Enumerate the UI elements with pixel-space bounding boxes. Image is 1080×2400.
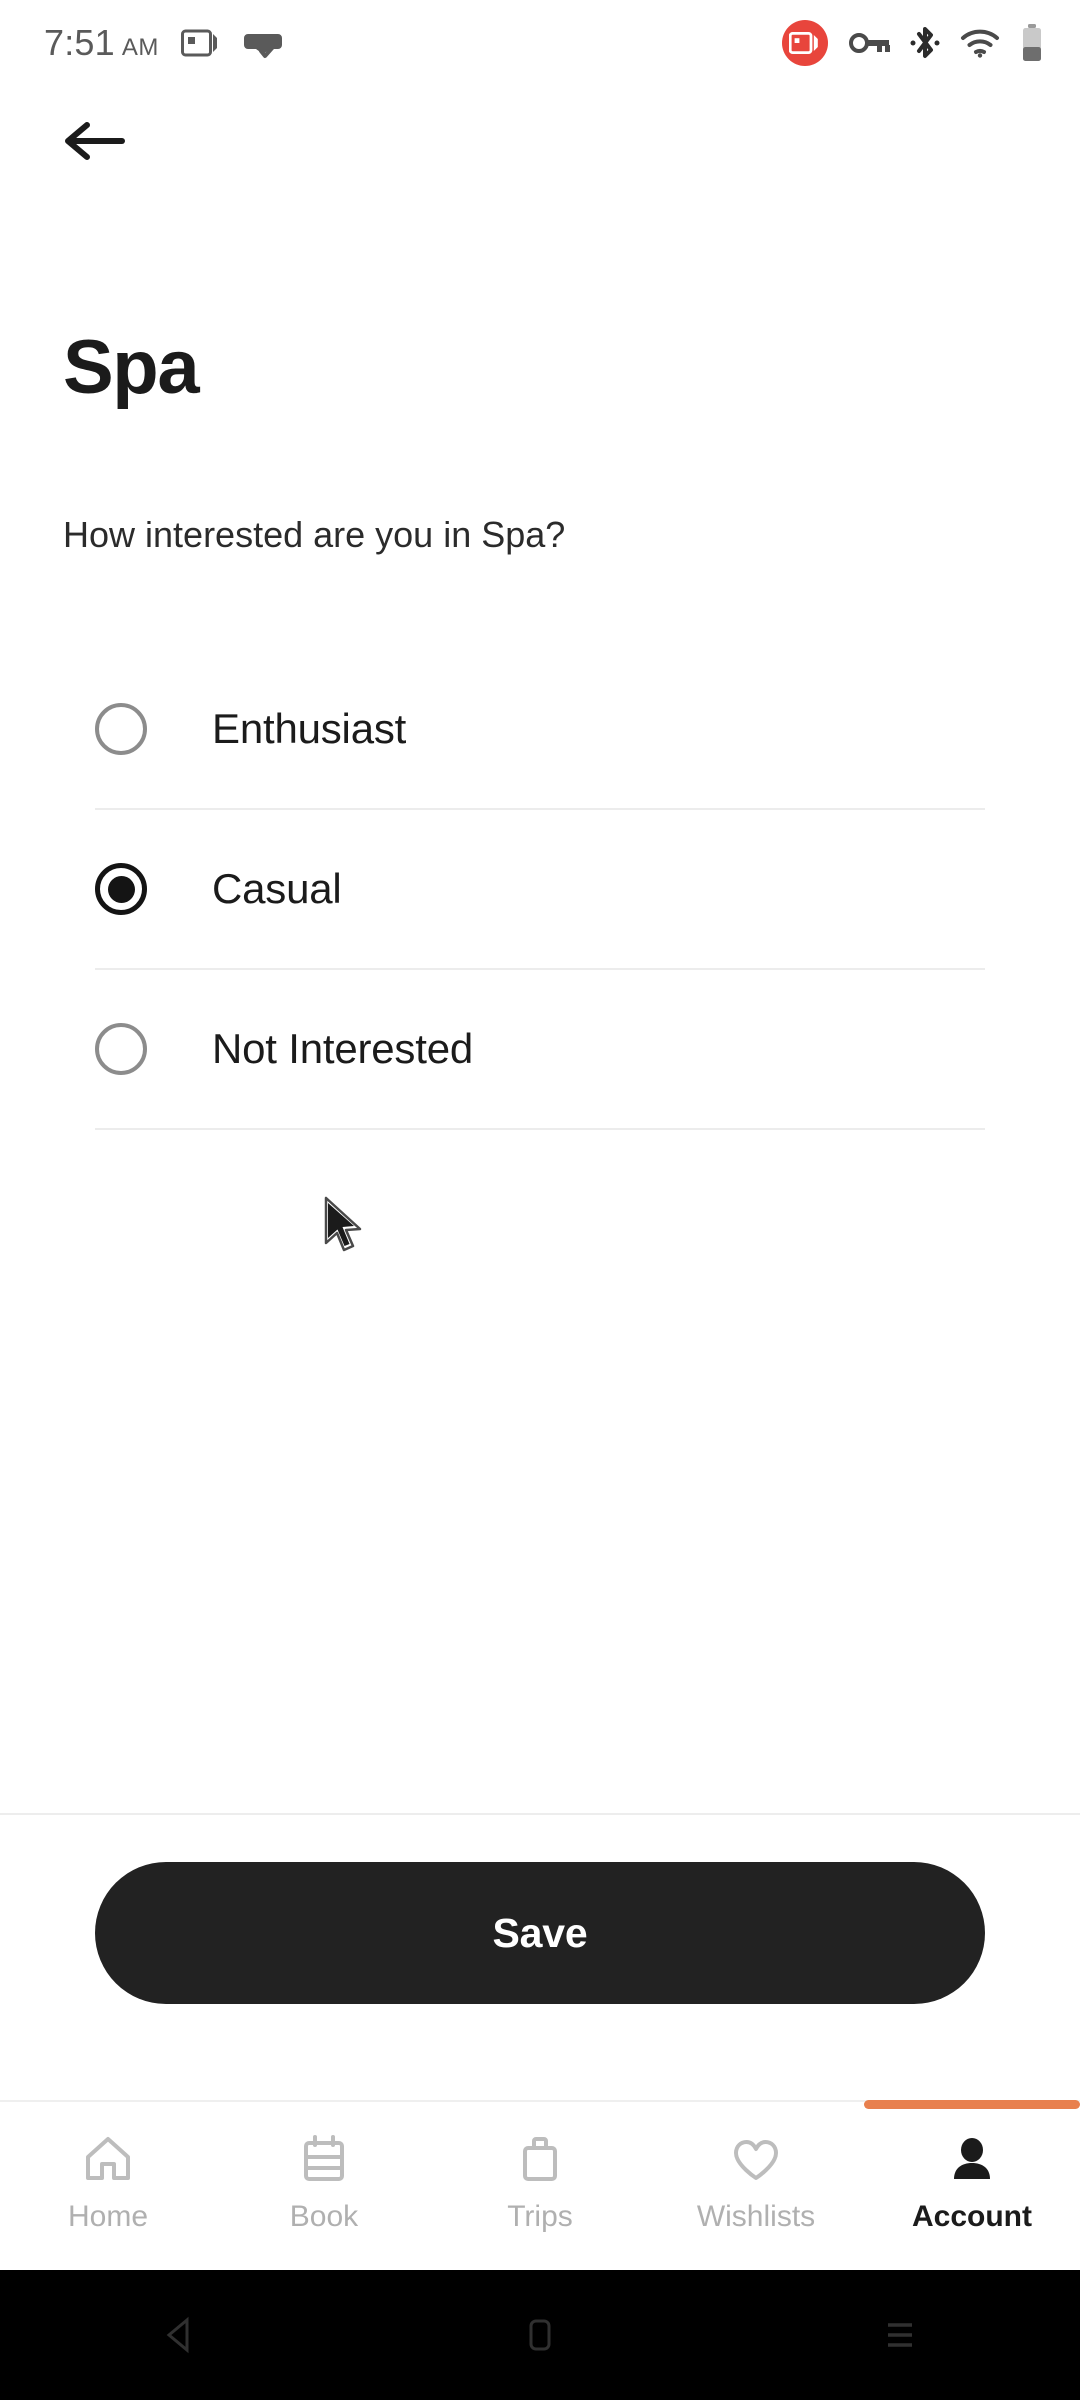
page-title: Spa	[63, 325, 200, 410]
app-screen: 7:51 AM Spa How interested are you in Sp…	[0, 0, 1080, 2400]
screen-record-icon	[180, 27, 221, 59]
nav-item-trips[interactable]: Trips	[432, 2102, 648, 2270]
nav-active-indicator	[216, 2100, 432, 2109]
radio-dot	[107, 875, 135, 903]
option-label-enthusiast: Enthusiast	[212, 705, 407, 752]
battery-icon	[1020, 23, 1044, 63]
nav-active-indicator	[864, 2100, 1080, 2109]
nav-item-home[interactable]: Home	[0, 2102, 216, 2270]
clock-time: 7:51	[44, 22, 115, 63]
bluetooth-icon	[910, 24, 940, 62]
option-row-not-interested[interactable]: Not Interested	[95, 970, 985, 1130]
home-icon	[80, 2128, 136, 2190]
android-navigation-bar	[0, 2270, 1080, 2400]
nav-label-book: Book	[289, 2200, 359, 2233]
nav-active-indicator	[648, 2100, 864, 2109]
nav-label-account: Account	[912, 2200, 1032, 2233]
radio-button-not-interested[interactable]	[95, 1023, 147, 1075]
interest-options-list: Enthusiast Casual Not Interested	[95, 650, 985, 1130]
option-label-not-interested: Not Interested	[212, 1025, 474, 1072]
briefcase-icon	[512, 2128, 568, 2190]
mouse-pointer-icon	[322, 1196, 372, 1265]
nav-active-indicator	[0, 2100, 216, 2109]
back-button[interactable]	[62, 112, 134, 174]
clock-ampm: AM	[121, 34, 159, 61]
save-button[interactable]: Save	[95, 1862, 985, 2004]
screen-record-active-icon	[782, 20, 828, 66]
bottom-navigation-bar: Home Book Trips Wishlists Account	[0, 2100, 1080, 2270]
back-triangle-icon[interactable]	[120, 2285, 240, 2385]
nav-label-home: Home	[67, 2200, 149, 2233]
footer-divider	[0, 1813, 1080, 1815]
nav-active-indicator	[432, 2100, 648, 2109]
option-label-casual: Casual	[212, 865, 342, 912]
radio-button-casual[interactable]	[95, 863, 147, 915]
recents-menu-icon[interactable]	[840, 2285, 960, 2385]
status-bar-clock: 7:51 AM	[44, 22, 159, 64]
vpn-key-icon	[848, 29, 890, 57]
nav-label-wishlists: Wishlists	[696, 2200, 816, 2233]
arrow-left-icon	[62, 117, 128, 170]
radio-button-enthusiast[interactable]	[95, 703, 147, 755]
status-bar-right	[782, 20, 1044, 66]
status-bar-left: 7:51 AM	[44, 22, 283, 64]
question-text: How interested are you in Spa?	[63, 514, 566, 555]
vr-headset-check-icon	[243, 26, 283, 60]
heart-icon	[728, 2128, 784, 2190]
home-square-icon[interactable]	[480, 2285, 600, 2385]
calendar-icon	[296, 2128, 352, 2190]
person-icon	[944, 2128, 1000, 2190]
option-row-casual[interactable]: Casual	[95, 810, 985, 970]
nav-label-trips: Trips	[507, 2200, 573, 2233]
status-bar: 7:51 AM	[0, 0, 1080, 86]
nav-item-account[interactable]: Account	[864, 2100, 1080, 2270]
nav-item-wishlists[interactable]: Wishlists	[648, 2102, 864, 2270]
option-row-enthusiast[interactable]: Enthusiast	[95, 650, 985, 810]
nav-item-book[interactable]: Book	[216, 2102, 432, 2270]
wifi-icon	[960, 27, 1000, 59]
